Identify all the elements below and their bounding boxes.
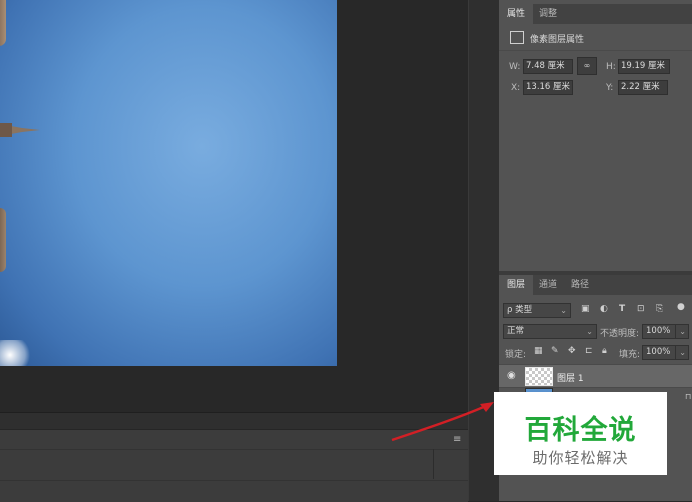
watermark-badge: 百科全说 助你轻松解决	[494, 392, 667, 475]
chevron-down-icon: ⌄	[679, 348, 686, 357]
lock-all-icon[interactable]: 🔒︎	[602, 346, 607, 356]
document-canvas[interactable]	[0, 0, 468, 412]
layer-name[interactable]: 图层 1	[557, 371, 584, 384]
layer-filter-label: ρ 类型	[507, 305, 533, 315]
watermark-subtitle: 助你轻松解决	[532, 449, 629, 467]
divider	[499, 50, 692, 51]
adjustment-filter-icon[interactable]: ◐	[600, 304, 608, 314]
lock-artboard-icon[interactable]: ⊏	[585, 346, 593, 356]
tab-channels[interactable]: 通道	[531, 275, 565, 295]
lock-image-icon[interactable]: ✎	[551, 346, 559, 356]
height-field[interactable]: 19.19 厘米	[618, 59, 670, 74]
bottom-panel-row	[0, 449, 468, 481]
layer-row[interactable]: ◉ 图层 1	[499, 364, 692, 388]
x-field[interactable]: 13.16 厘米	[523, 80, 573, 95]
properties-title: 像素图层属性	[530, 35, 585, 45]
lock-transparent-icon[interactable]: ▦	[534, 346, 543, 356]
watermark-title: 百科全说	[524, 415, 637, 446]
pixel-filter-icon[interactable]: ▣	[581, 304, 590, 314]
opacity-dropdown[interactable]: ⌄	[675, 324, 689, 339]
properties-tabbar: 属性 调整	[499, 4, 692, 24]
tower-top-shape	[0, 0, 6, 46]
opacity-label: 不透明度:	[600, 329, 640, 339]
annotation-arrow	[391, 402, 494, 442]
tower-middle-shape	[0, 208, 6, 272]
fill-dropdown[interactable]: ⌄	[675, 345, 689, 360]
fill-field[interactable]: 100%	[642, 345, 678, 360]
spire-shape	[0, 123, 40, 137]
tab-adjustments[interactable]: 调整	[531, 4, 565, 24]
sky-photo	[0, 0, 337, 366]
y-field[interactable]: 2.22 厘米	[618, 80, 668, 95]
lock-icon: ⊓	[685, 392, 692, 401]
tab-paths[interactable]: 路径	[563, 275, 597, 295]
tab-properties[interactable]: 属性	[499, 4, 534, 24]
width-field[interactable]: 7.48 厘米	[523, 59, 573, 74]
type-filter-icon[interactable]: T	[619, 304, 625, 314]
properties-title-row: 像素图层属性	[499, 28, 692, 48]
shape-filter-icon[interactable]: ⊡	[637, 304, 645, 314]
eye-icon[interactable]: ◉	[507, 370, 516, 381]
y-label: Y:	[606, 83, 614, 93]
blend-mode-select[interactable]: 正常 ⌄	[503, 324, 597, 339]
x-label: X:	[511, 83, 521, 93]
lock-position-icon[interactable]: ✥	[568, 346, 576, 356]
height-label: H:	[606, 62, 616, 72]
tab-layers[interactable]: 图层	[499, 275, 534, 295]
chevron-down-icon: ⌄	[679, 327, 686, 336]
chevron-down-icon: ⌄	[560, 306, 567, 315]
layer-filter-select[interactable]: ρ 类型 ⌄	[503, 303, 571, 318]
opacity-field[interactable]: 100%	[642, 324, 678, 339]
pixel-layer-icon	[510, 31, 524, 44]
link-icon[interactable]: ∞	[577, 57, 597, 75]
layer-thumbnail	[525, 367, 553, 386]
layers-tabbar: 图层 通道 路径	[499, 275, 692, 295]
smart-object-filter-icon[interactable]: ⎘	[656, 304, 663, 314]
bottom-panel-divider	[433, 449, 434, 479]
filter-toggle-icon[interactable]: ●	[677, 302, 685, 312]
fill-label: 填充:	[619, 350, 641, 360]
width-label: W:	[509, 62, 521, 72]
chevron-down-icon: ⌄	[586, 327, 593, 336]
blend-mode-value: 正常	[507, 326, 525, 336]
cloud-shape	[0, 340, 30, 366]
lock-label: 锁定:	[505, 350, 527, 360]
